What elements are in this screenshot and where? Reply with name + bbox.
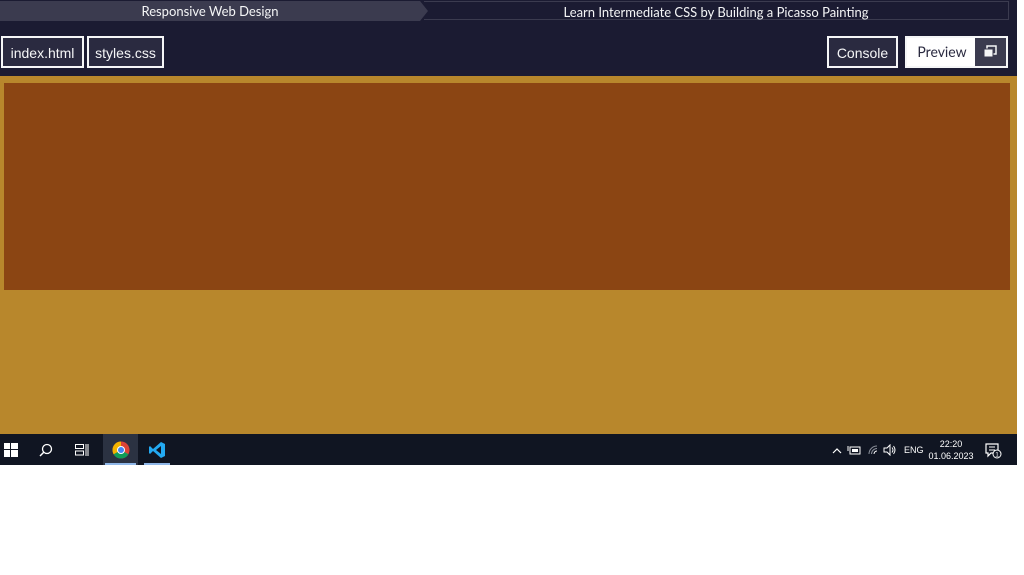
tab-styles-css[interactable]: styles.css bbox=[87, 36, 164, 68]
clock-time: 22:20 bbox=[939, 438, 963, 449]
preview-painting-block bbox=[4, 83, 1010, 290]
notifications-icon[interactable]: 1 bbox=[984, 434, 1002, 465]
network-icon[interactable] bbox=[868, 434, 882, 465]
window-restore-icon[interactable] bbox=[975, 38, 1006, 66]
clock[interactable]: 22:20 01.06.2023 bbox=[928, 434, 974, 465]
clock-date: 01.06.2023 bbox=[928, 450, 974, 461]
task-view-icon[interactable] bbox=[71, 434, 93, 465]
breadcrumb: Responsive Web Design Learn Intermediate… bbox=[0, 0, 1017, 22]
breadcrumb-course-link[interactable]: Responsive Web Design bbox=[0, 1, 428, 21]
breadcrumb-course-label: Responsive Web Design bbox=[141, 3, 279, 19]
freecodecamp-editor: Responsive Web Design Learn Intermediate… bbox=[0, 0, 1017, 434]
breadcrumb-project-link[interactable]: Learn Intermediate CSS by Building a Pic… bbox=[424, 1, 1009, 20]
vscode-icon[interactable] bbox=[142, 434, 172, 465]
console-button[interactable]: Console bbox=[827, 36, 898, 68]
windows-start-icon[interactable] bbox=[0, 434, 22, 465]
editor-toolbar: index.html styles.css Console Preview bbox=[0, 22, 1017, 76]
battery-icon[interactable] bbox=[847, 434, 863, 465]
search-icon[interactable] bbox=[35, 434, 57, 465]
notification-count: 1 bbox=[995, 451, 999, 458]
volume-icon[interactable] bbox=[883, 434, 899, 465]
preview-button[interactable]: Preview bbox=[905, 36, 1008, 68]
windows-taskbar: ENG 22:20 01.06.2023 1 bbox=[0, 434, 1017, 465]
chrome-icon[interactable] bbox=[103, 434, 138, 465]
show-hidden-icons-chevron-icon[interactable] bbox=[831, 434, 843, 465]
tab-index-html[interactable]: index.html bbox=[1, 36, 84, 68]
preview-pane bbox=[0, 76, 1017, 434]
breadcrumb-project-label: Learn Intermediate CSS by Building a Pic… bbox=[563, 4, 869, 20]
language-indicator[interactable]: ENG bbox=[904, 434, 924, 465]
preview-label: Preview bbox=[917, 43, 967, 60]
